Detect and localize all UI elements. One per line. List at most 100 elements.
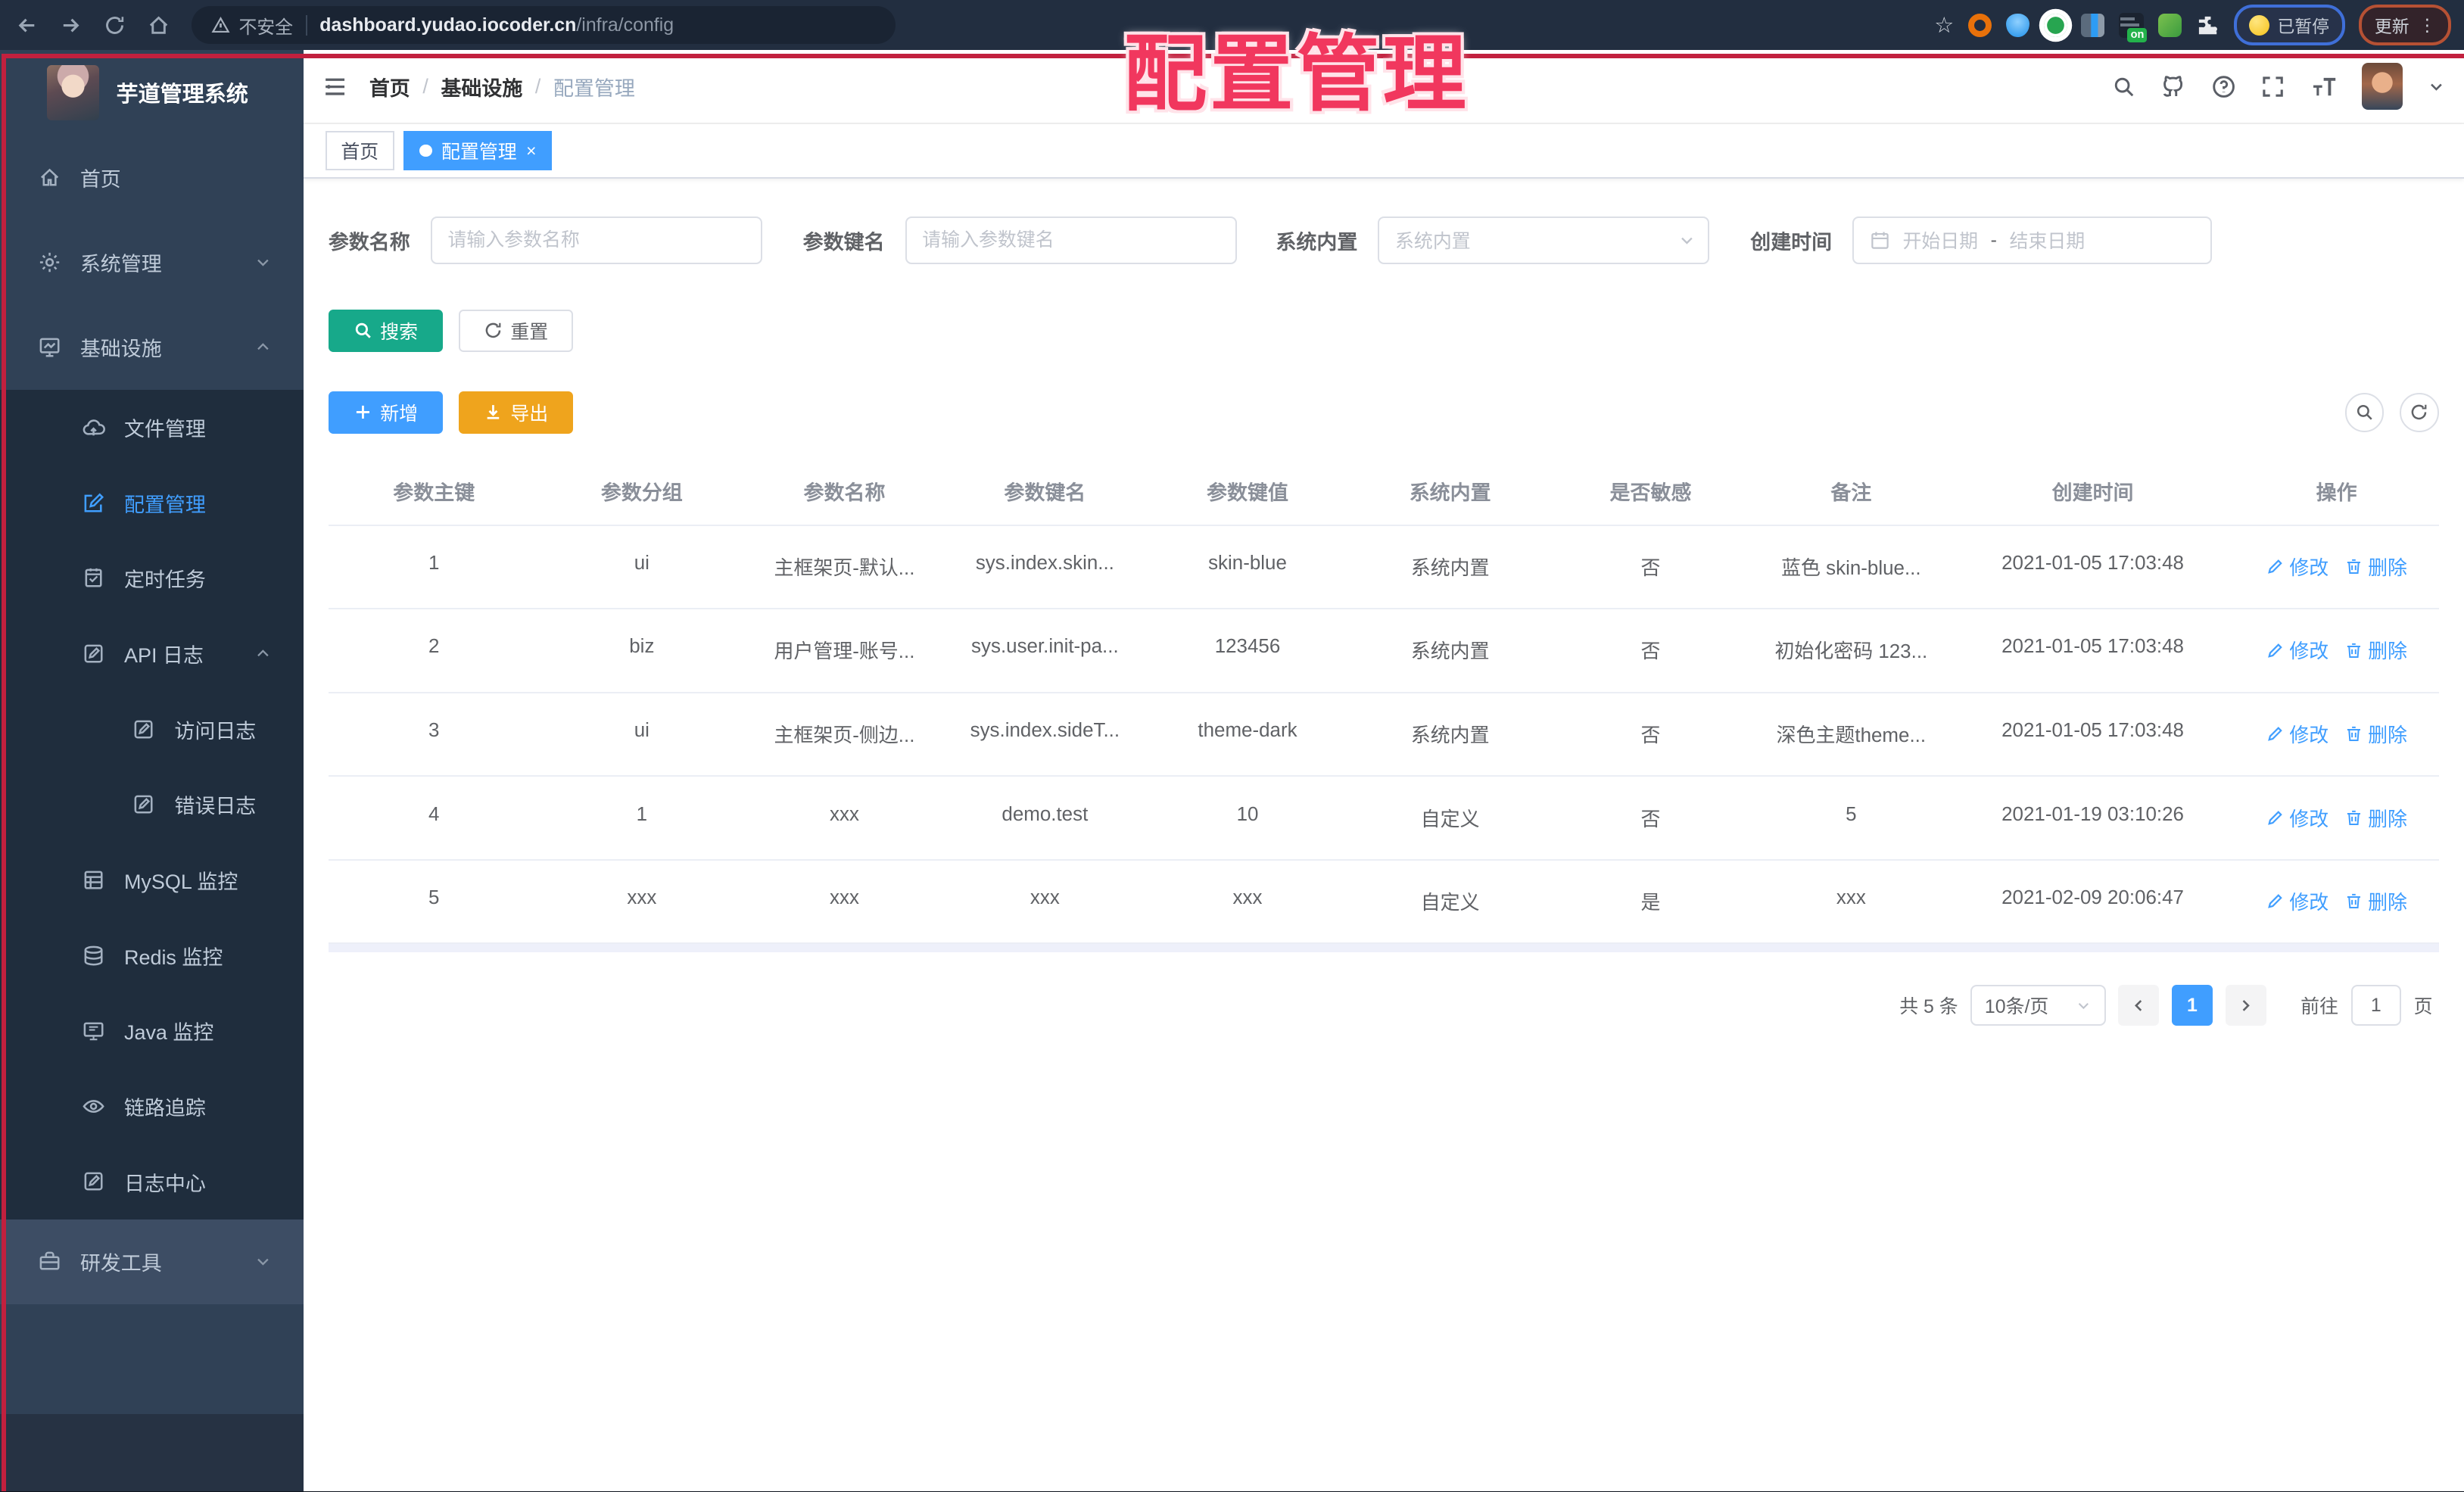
sidebar-item-12[interactable]: 链路追踪 bbox=[0, 1068, 304, 1145]
browser-reload-icon[interactable] bbox=[98, 8, 132, 42]
browser-forward-icon[interactable] bbox=[54, 8, 89, 42]
trash-icon bbox=[2344, 641, 2363, 660]
search-button[interactable]: 搜索 bbox=[328, 309, 444, 352]
sidebar-item-4[interactable]: 配置管理 bbox=[0, 465, 304, 541]
delete-link[interactable]: 删除 bbox=[2344, 720, 2407, 748]
header-search-icon[interactable] bbox=[2112, 75, 2135, 98]
tab-config-active[interactable]: 配置管理 × bbox=[403, 131, 553, 171]
sidebar-item-label: Java 监控 bbox=[123, 1021, 214, 1045]
table-cell: 自定义 bbox=[1350, 861, 1551, 945]
fullscreen-icon[interactable] bbox=[2261, 75, 2285, 98]
breadcrumb-home[interactable]: 首页 bbox=[369, 72, 410, 101]
param-key-input[interactable] bbox=[905, 216, 1237, 264]
param-name-input[interactable] bbox=[430, 216, 762, 264]
sidebar-logo[interactable]: 芋道管理系统 bbox=[0, 50, 304, 135]
sidebar-item-3[interactable]: 文件管理 bbox=[0, 389, 304, 466]
emoji-face-icon bbox=[2249, 14, 2270, 36]
browser-back-icon[interactable] bbox=[9, 8, 44, 42]
ext-green-circle-icon[interactable] bbox=[2043, 13, 2067, 37]
ext-blue-pin-icon[interactable] bbox=[2005, 13, 2029, 37]
table-cell: xxx bbox=[1750, 861, 1952, 945]
app-title: 芋道管理系统 bbox=[116, 83, 248, 107]
chevron-up-icon bbox=[254, 645, 272, 662]
sidebar-item-0[interactable]: 首页 bbox=[0, 135, 304, 220]
sidebar-item-1[interactable]: 系统管理 bbox=[0, 220, 304, 305]
table-cell: 否 bbox=[1550, 526, 1751, 610]
sidebar-item-7[interactable]: 访问日志 bbox=[0, 691, 304, 767]
create-time-range-picker[interactable]: 开始日期 - 结束日期 bbox=[1852, 216, 2213, 264]
sidebar-item-9[interactable]: MySQL 监控 bbox=[0, 842, 304, 918]
kebab-menu-icon[interactable]: ⋮ bbox=[2419, 15, 2436, 36]
schedule-icon bbox=[82, 566, 105, 590]
sidebar-item-5[interactable]: 定时任务 bbox=[0, 540, 304, 616]
filter-key-label: 参数键名 bbox=[802, 230, 885, 254]
paused-extension-chip[interactable]: 已暂停 bbox=[2233, 5, 2345, 46]
ext-grid-icon[interactable] bbox=[2081, 13, 2105, 37]
goto-label: 前往 bbox=[2300, 996, 2338, 1018]
sidebar-item-6[interactable]: API 日志 bbox=[0, 615, 304, 692]
sidebar-item-label: 定时任务 bbox=[123, 568, 206, 592]
breadcrumb-current: 配置管理 bbox=[553, 76, 635, 100]
toggle-search-button[interactable] bbox=[2344, 392, 2385, 432]
sidebar: 芋道管理系统 首页 系统管理 基础设施 文件管理 配置管理定时任务 API 日志 访问日志错… bbox=[0, 50, 304, 1492]
edit-link[interactable]: 修改 bbox=[2266, 720, 2328, 748]
table-cell: 初始化密码 123... bbox=[1750, 609, 1952, 693]
tab-home[interactable]: 首页 bbox=[325, 131, 394, 171]
sidebar-item-11[interactable]: Java 监控 bbox=[0, 992, 304, 1069]
delete-link[interactable]: 删除 bbox=[2344, 553, 2407, 581]
delete-link[interactable]: 删除 bbox=[2344, 804, 2407, 832]
browser-home-icon[interactable] bbox=[142, 8, 176, 42]
address-bar[interactable]: 不安全 dashboard.yudao.iocoder.cn/infra/con… bbox=[192, 6, 896, 45]
sidebar-item-10[interactable]: Redis 监控 bbox=[0, 917, 304, 993]
reset-button[interactable]: 重置 bbox=[458, 309, 574, 352]
extensions-puzzle-icon[interactable] bbox=[2196, 14, 2219, 37]
help-icon[interactable] bbox=[2211, 74, 2236, 99]
actions-cell: 修改 删除 bbox=[2234, 609, 2439, 693]
goto-page-input[interactable] bbox=[2350, 985, 2401, 1026]
breadcrumb-infra[interactable]: 基础设施 bbox=[441, 72, 522, 101]
refresh-table-button[interactable] bbox=[2400, 392, 2439, 432]
sidebar-item-8[interactable]: 错误日志 bbox=[0, 767, 304, 843]
page-1-button[interactable]: 1 bbox=[2171, 985, 2213, 1026]
bookmark-star-icon[interactable]: ☆ bbox=[1934, 12, 1954, 39]
mysql-icon bbox=[82, 868, 105, 892]
edit-link[interactable]: 修改 bbox=[2266, 887, 2328, 915]
edit-link[interactable]: 修改 bbox=[2266, 804, 2328, 832]
table-cell: 主框架页-默认... bbox=[744, 526, 945, 610]
edit-icon bbox=[82, 491, 105, 515]
add-button[interactable]: 新增 bbox=[328, 391, 444, 434]
address-divider bbox=[305, 14, 307, 36]
refresh-icon bbox=[484, 321, 503, 340]
user-avatar[interactable] bbox=[2362, 63, 2403, 111]
sidebar-item-14[interactable]: 研发工具 bbox=[0, 1219, 304, 1304]
font-size-icon[interactable] bbox=[2310, 75, 2337, 98]
edit-link[interactable]: 修改 bbox=[2266, 553, 2328, 581]
url-path: /infra/config bbox=[576, 14, 674, 36]
prev-page-button[interactable] bbox=[2118, 985, 2160, 1026]
next-page-button[interactable] bbox=[2225, 985, 2266, 1026]
table-cell: 系统内置 bbox=[1350, 609, 1551, 693]
sidebar-item-2[interactable]: 基础设施 bbox=[0, 305, 304, 390]
date-end-placeholder: 结束日期 bbox=[2009, 231, 2086, 253]
delete-link-label: 删除 bbox=[2368, 808, 2407, 830]
sidebar-collapse-icon[interactable] bbox=[322, 74, 347, 99]
delete-link-label: 删除 bbox=[2368, 724, 2407, 746]
page-size-select[interactable]: 10条/页 bbox=[1970, 985, 2106, 1026]
system-builtin-select[interactable]: 系统内置 bbox=[1378, 216, 1710, 264]
ext-orange-ring-icon[interactable] bbox=[1967, 13, 1992, 37]
sidebar-item-13[interactable]: 日志中心 bbox=[0, 1144, 304, 1219]
table-row: 1 ui 主框架页-默认... sys.index.skin... skin-blue 系… bbox=[328, 526, 2439, 610]
github-icon[interactable] bbox=[2160, 74, 2185, 99]
delete-link[interactable]: 删除 bbox=[2344, 887, 2407, 915]
ext-leaf-icon[interactable] bbox=[2157, 13, 2182, 37]
ext-on-badge-icon[interactable]: on bbox=[2119, 12, 2148, 43]
pencil-icon bbox=[2266, 808, 2285, 827]
export-button[interactable]: 导出 bbox=[458, 391, 574, 434]
edit-link[interactable]: 修改 bbox=[2266, 636, 2328, 664]
tab-close-icon[interactable]: × bbox=[526, 141, 536, 161]
user-caret-down-icon[interactable] bbox=[2428, 78, 2445, 95]
table-cell: skin-blue bbox=[1145, 526, 1350, 610]
update-browser-button[interactable]: 更新 ⋮ bbox=[2359, 5, 2452, 46]
table-cell: 否 bbox=[1550, 693, 1751, 777]
delete-link[interactable]: 删除 bbox=[2344, 636, 2407, 664]
